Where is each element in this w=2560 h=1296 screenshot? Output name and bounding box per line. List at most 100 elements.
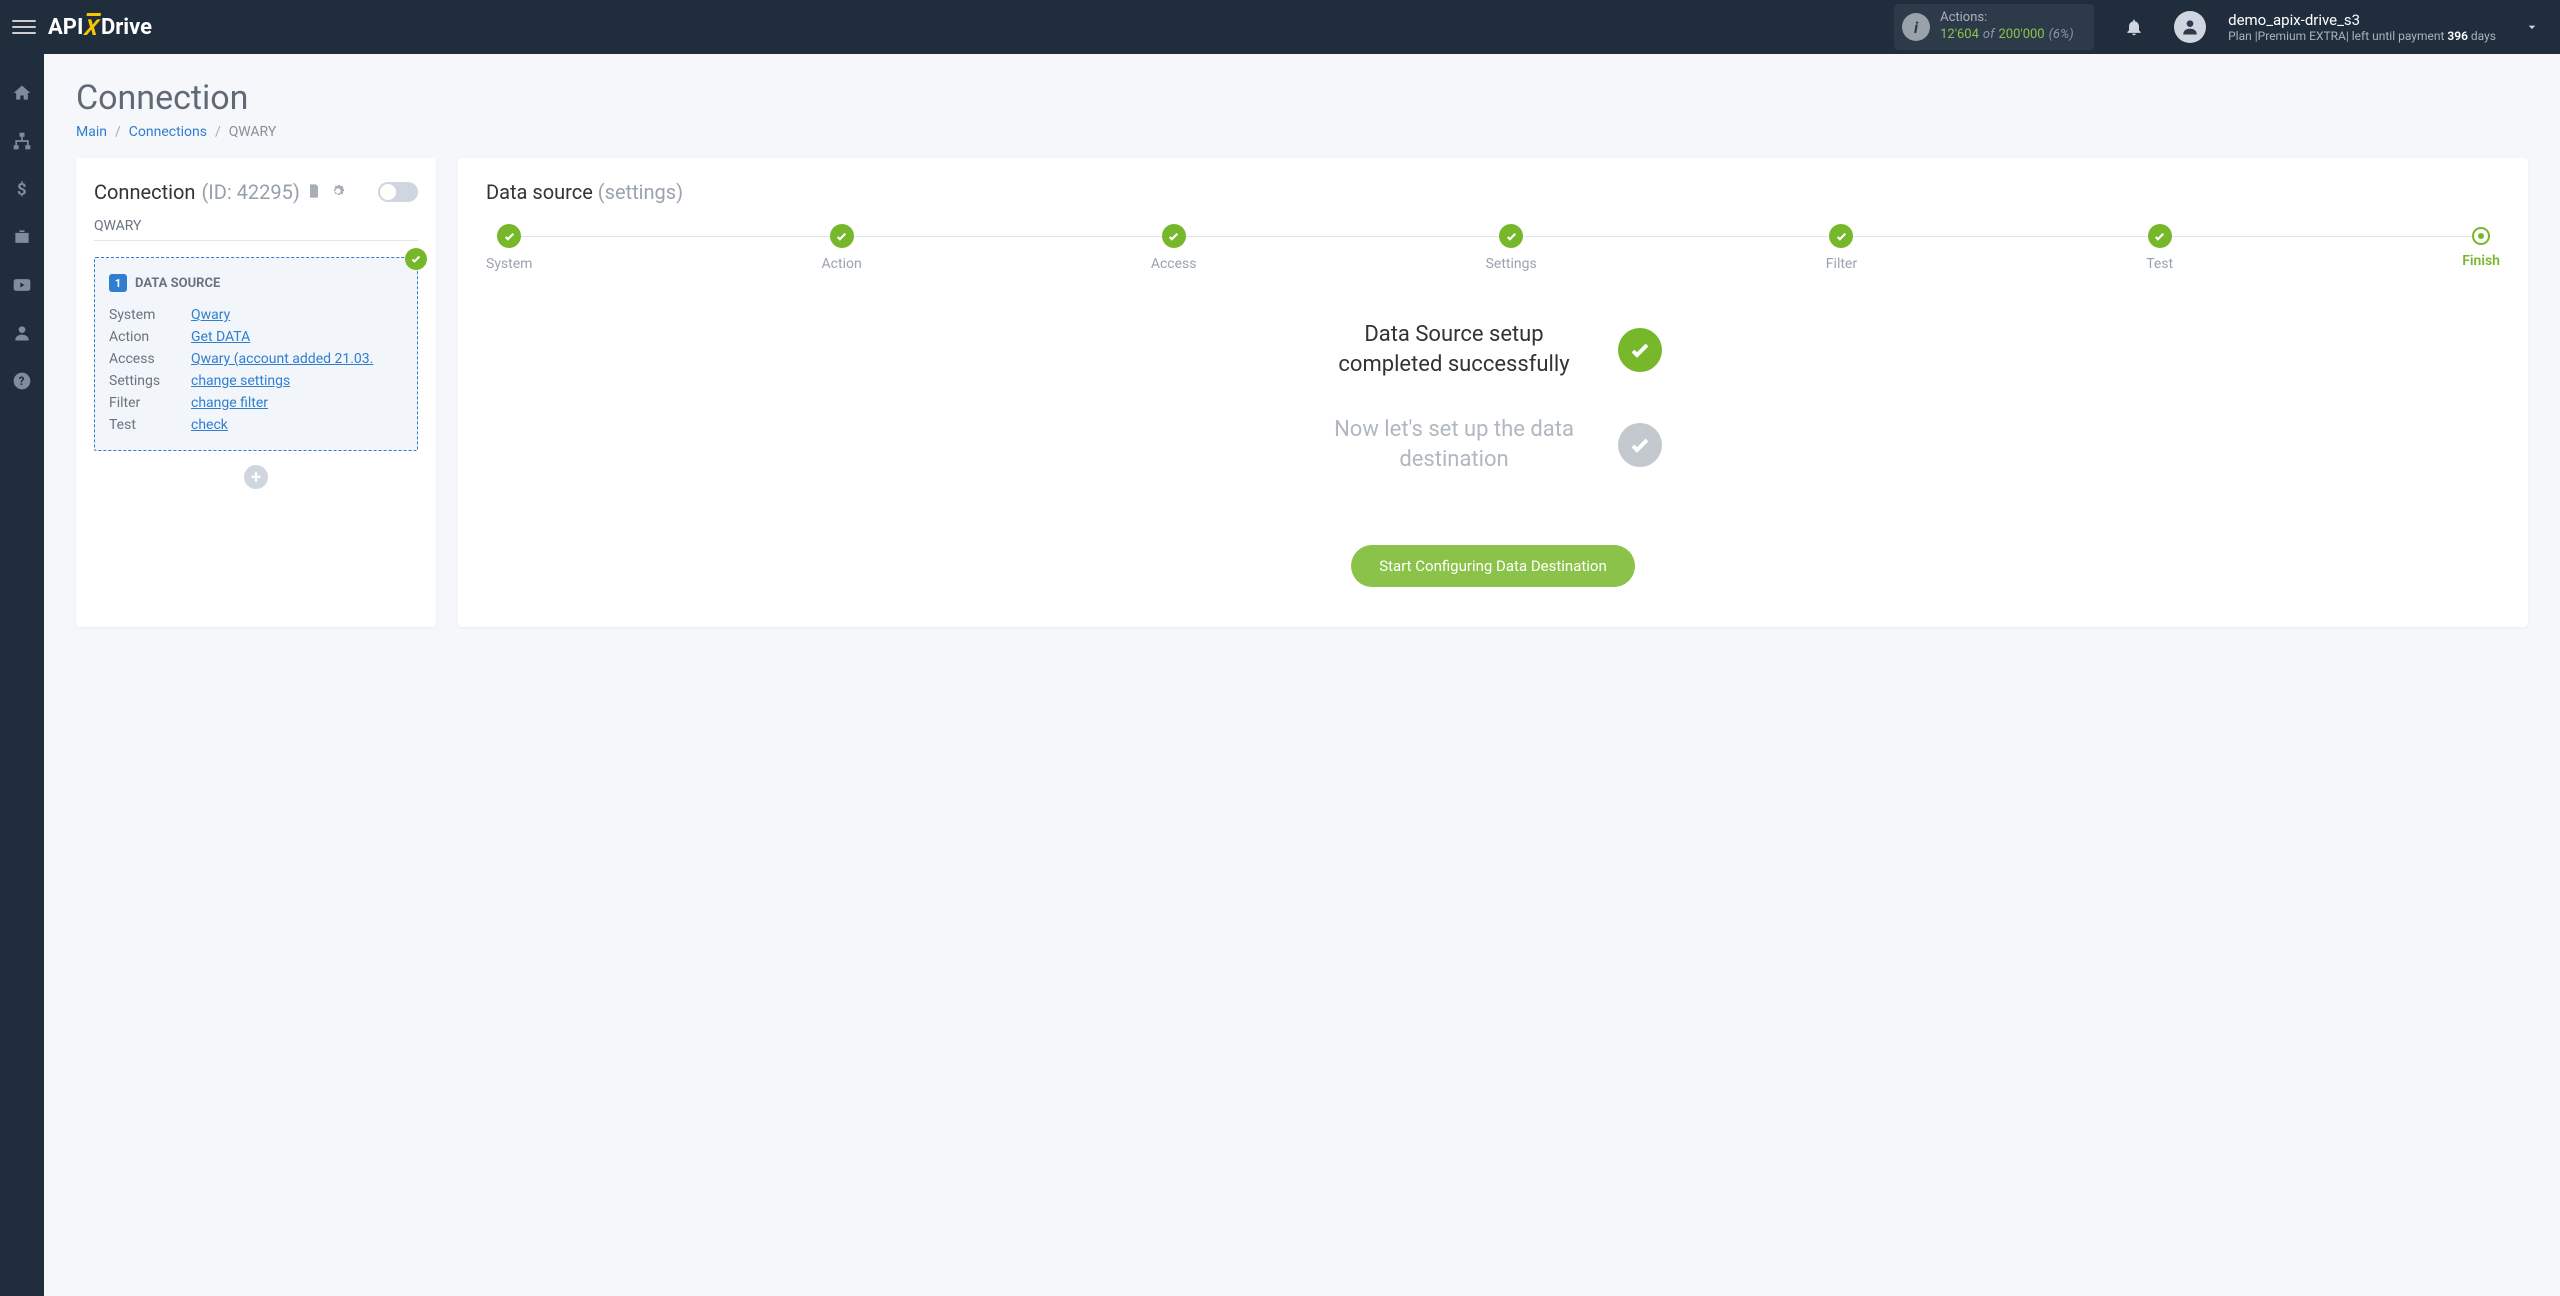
enable-toggle[interactable] [378,182,418,202]
bell-icon[interactable] [2106,17,2162,37]
step-label: Access [1151,256,1197,272]
source-row-value[interactable]: change settings [191,373,290,389]
dollar-icon[interactable]: $ [11,178,33,200]
source-title-text: DATA SOURCE [135,276,220,291]
help-icon[interactable]: ? [11,370,33,392]
source-number: 1 [109,274,127,292]
logo[interactable]: API X Drive [48,13,152,41]
source-row-label: Filter [109,395,191,411]
actions-text: Actions: 12'604 of 200'000 (6%) [1940,10,2074,44]
start-configuring-button[interactable]: Start Configuring Data Destination [1351,545,1635,587]
status-done-text: Data Source setup completed successfully [1324,320,1584,379]
step-filter[interactable]: Filter [1826,224,1857,272]
source-row: Testcheck [109,414,403,436]
logo-x: X [83,13,100,41]
source-row-label: Access [109,351,191,367]
actions-of: of [1983,27,1995,44]
step-settings[interactable]: Settings [1486,224,1537,272]
breadcrumb-sep: / [215,124,221,140]
check-circle-pending-icon [1618,423,1662,467]
source-row: ActionGet DATA [109,326,403,348]
page-title: Connection [76,78,2528,118]
source-row-value[interactable]: check [191,417,228,433]
add-button[interactable]: + [244,465,268,489]
ds-subtitle: (settings) [598,180,683,204]
plan-days-suffix: days [2468,29,2496,43]
plan-prefix: Plan | [2228,29,2258,43]
briefcase-icon[interactable] [11,226,33,248]
document-icon[interactable] [306,183,324,201]
plan-days: 396 [2447,29,2468,43]
status-block: Data Source setup completed successfully… [486,320,2500,587]
connection-header: Connection (ID: 42295) [94,180,418,204]
status-pending-row: Now let's set up the data destination [1324,415,1662,474]
source-row-label: System [109,307,191,323]
sidebar: $ ? [0,54,44,1296]
check-badge-icon [405,248,427,270]
account-plan: Plan |Premium EXTRA| left until payment … [2228,29,2496,43]
data-source-panel: Data source (settings) System Action Acces… [458,158,2528,627]
logo-post: Drive [101,15,152,40]
step-dot [1162,224,1186,248]
home-icon[interactable] [11,82,33,104]
logo-pre: API [48,15,83,40]
breadcrumb-sep: / [115,124,121,140]
actions-percent: (6%) [2049,27,2074,44]
source-row-label: Settings [109,373,191,389]
step-label: Finish [2462,253,2500,269]
actions-used: 12'604 [1940,27,1979,44]
plan-mid: | left until payment [2346,29,2448,43]
breadcrumb-main[interactable]: Main [76,124,107,140]
check-circle-icon [1618,328,1662,372]
step-label: Action [822,256,862,272]
step-system[interactable]: System [486,224,532,272]
source-title: 1 DATA SOURCE [109,274,403,292]
step-label: Settings [1486,256,1537,272]
source-row: AccessQwary (account added 21.03. [109,348,403,370]
topbar: API X Drive i Actions: 12'604 of 200'000… [0,0,2560,54]
step-access[interactable]: Access [1151,224,1197,272]
source-row-value[interactable]: Qwary (account added 21.03. [191,351,373,367]
source-row-value[interactable]: change filter [191,395,268,411]
account-name: demo_apix-drive_s3 [2228,11,2496,29]
step-label: System [486,256,532,272]
source-row-value[interactable]: Get DATA [191,329,250,345]
chevron-down-icon[interactable] [2516,19,2548,35]
actions-widget[interactable]: i Actions: 12'604 of 200'000 (6%) [1894,4,2094,50]
source-row-value[interactable]: Qwary [191,307,230,323]
breadcrumb-current: QWARY [229,124,276,140]
svg-text:?: ? [19,374,25,388]
breadcrumb: Main / Connections / QWARY [76,124,2528,140]
source-row: Filterchange filter [109,392,403,414]
main: Connection Main / Connections / QWARY Co… [44,54,2560,1296]
data-source-box[interactable]: 1 DATA SOURCE SystemQwaryActionGet DATAA… [94,257,418,451]
breadcrumb-connections[interactable]: Connections [129,124,207,140]
sitemap-icon[interactable] [11,130,33,152]
actions-total: 200'000 [1999,27,2045,44]
connection-name: QWARY [94,218,418,241]
connection-id: (ID: 42295) [201,180,299,204]
ds-title: Data source [486,180,598,204]
step-test[interactable]: Test [2146,224,2173,272]
info-icon: i [1902,13,1930,41]
plan-name: Premium EXTRA [2258,29,2346,43]
youtube-icon[interactable] [11,274,33,296]
connection-panel: Connection (ID: 42295) QWARY 1 DATA SOUR… [76,158,436,627]
source-row: Settingschange settings [109,370,403,392]
hamburger-menu[interactable] [12,15,36,39]
step-dot [497,224,521,248]
source-row: SystemQwary [109,304,403,326]
account-info[interactable]: demo_apix-drive_s3 Plan |Premium EXTRA| … [2228,11,2496,43]
step-dot [2472,227,2490,245]
gear-icon[interactable] [330,183,348,201]
status-pending-text: Now let's set up the data destination [1324,415,1584,474]
stepper: System Action Access Settings Filter Test Fini… [486,224,2500,272]
step-label: Filter [1826,256,1857,272]
user-icon[interactable] [11,322,33,344]
step-dot [2148,224,2172,248]
status-done-row: Data Source setup completed successfully [1324,320,1662,379]
avatar-icon[interactable] [2174,11,2206,43]
svg-text:$: $ [17,181,27,199]
step-action[interactable]: Action [822,224,862,272]
step-finish[interactable]: Finish [2462,227,2500,269]
